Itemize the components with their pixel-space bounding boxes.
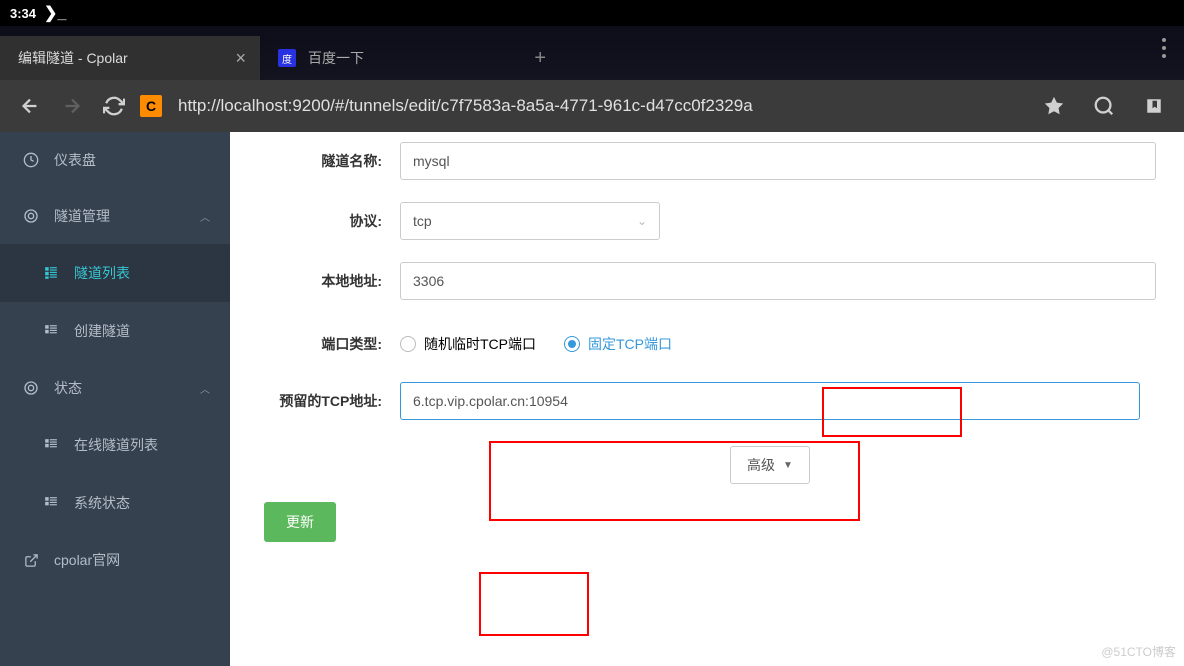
close-icon[interactable]: × bbox=[235, 48, 246, 69]
content-area: 仪表盘 隧道管理 ︿ 隧道列表 创建隧道 状态 ︿ 在线隧道列表 系统状态 bbox=[0, 132, 1184, 666]
sidebar: 仪表盘 隧道管理 ︿ 隧道列表 创建隧道 状态 ︿ 在线隧道列表 系统状态 bbox=[0, 132, 230, 666]
clock: 3:34 bbox=[10, 6, 36, 21]
android-status-bar: 3:34 ❯_ bbox=[0, 0, 1184, 26]
main-panel: 隧道名称: 协议: tcp ⌄ 本地地址: 端口类型: 随机临时TCP端口 bbox=[230, 132, 1184, 666]
target-icon bbox=[20, 208, 42, 224]
tab-title: 百度一下 bbox=[308, 48, 364, 68]
tab-cpolar[interactable]: 编辑隧道 - Cpolar × bbox=[0, 36, 260, 80]
browser-tabs-bar: 编辑隧道 - Cpolar × 度 百度一下 + bbox=[0, 26, 1184, 80]
local-addr-input[interactable] bbox=[400, 262, 1156, 300]
url-input[interactable]: http://localhost:9200/#/tunnels/edit/c7f… bbox=[178, 96, 1028, 116]
sidebar-item-dashboard[interactable]: 仪表盘 bbox=[0, 132, 230, 188]
site-badge: C bbox=[140, 95, 162, 117]
dashboard-icon bbox=[20, 152, 42, 168]
sidebar-label: 状态 bbox=[54, 378, 82, 398]
grid-icon bbox=[40, 324, 62, 338]
star-icon[interactable] bbox=[1038, 90, 1070, 122]
url-bar: C http://localhost:9200/#/tunnels/edit/c… bbox=[0, 80, 1184, 132]
baidu-favicon: 度 bbox=[278, 49, 296, 67]
browser-menu-icon[interactable] bbox=[1162, 38, 1166, 58]
sidebar-label: cpolar官网 bbox=[54, 550, 120, 570]
sidebar-label: 在线隧道列表 bbox=[74, 435, 158, 455]
back-icon[interactable] bbox=[14, 90, 46, 122]
chevron-up-icon: ︿ bbox=[200, 209, 210, 224]
reload-icon[interactable] bbox=[98, 90, 130, 122]
sidebar-item-status[interactable]: 状态 ︿ bbox=[0, 360, 230, 416]
sidebar-label: 创建隧道 bbox=[74, 321, 130, 341]
sidebar-label: 隧道列表 bbox=[74, 263, 130, 283]
highlight-box bbox=[479, 572, 589, 636]
target-icon bbox=[20, 380, 42, 396]
label-protocol: 协议: bbox=[240, 211, 400, 231]
terminal-prompt-icon: ❯_ bbox=[44, 3, 66, 23]
caret-down-icon: ▼ bbox=[783, 460, 793, 471]
search-icon[interactable] bbox=[1088, 90, 1120, 122]
label-port-type: 端口类型: bbox=[240, 334, 400, 354]
chevron-down-icon: ⌄ bbox=[637, 214, 647, 228]
bookmark-icon[interactable] bbox=[1138, 90, 1170, 122]
reserved-tcp-input[interactable] bbox=[400, 382, 1140, 420]
sidebar-label: 仪表盘 bbox=[54, 150, 96, 170]
label-reserved-tcp: 预留的TCP地址: bbox=[240, 391, 400, 411]
tab-baidu[interactable]: 度 百度一下 + bbox=[260, 36, 560, 80]
protocol-select[interactable]: tcp ⌄ bbox=[400, 202, 660, 240]
advanced-label: 高级 bbox=[747, 455, 775, 475]
sidebar-item-create-tunnel[interactable]: 创建隧道 bbox=[0, 302, 230, 360]
radio-fixed-port[interactable]: 固定TCP端口 bbox=[564, 334, 672, 354]
grid-icon bbox=[40, 438, 62, 452]
label-tunnel-name: 隧道名称: bbox=[240, 151, 400, 171]
sidebar-item-tunnel-mgmt[interactable]: 隧道管理 ︿ bbox=[0, 188, 230, 244]
update-button[interactable]: 更新 bbox=[264, 502, 336, 542]
tab-title: 编辑隧道 - Cpolar bbox=[18, 48, 128, 68]
sidebar-item-online-tunnels[interactable]: 在线隧道列表 bbox=[0, 416, 230, 474]
radio-icon bbox=[400, 336, 416, 352]
grid-icon bbox=[40, 496, 62, 510]
watermark: @51CTO博客 bbox=[1101, 643, 1176, 660]
radio-label: 随机临时TCP端口 bbox=[424, 334, 536, 354]
sidebar-item-official[interactable]: cpolar官网 bbox=[0, 532, 230, 588]
external-link-icon bbox=[20, 553, 42, 568]
label-local-addr: 本地地址: bbox=[240, 271, 400, 291]
forward-icon[interactable] bbox=[56, 90, 88, 122]
sidebar-label: 系统状态 bbox=[74, 493, 130, 513]
radio-random-port[interactable]: 随机临时TCP端口 bbox=[400, 334, 536, 354]
sidebar-item-system-status[interactable]: 系统状态 bbox=[0, 474, 230, 532]
tunnel-name-input[interactable] bbox=[400, 142, 1156, 180]
select-value: tcp bbox=[413, 213, 432, 229]
radio-label: 固定TCP端口 bbox=[588, 334, 672, 354]
grid-icon bbox=[40, 266, 62, 280]
advanced-button[interactable]: 高级 ▼ bbox=[730, 446, 810, 484]
new-tab-icon[interactable]: + bbox=[534, 47, 546, 70]
sidebar-label: 隧道管理 bbox=[54, 206, 110, 226]
radio-icon bbox=[564, 336, 580, 352]
chevron-up-icon: ︿ bbox=[200, 381, 210, 396]
sidebar-item-tunnel-list[interactable]: 隧道列表 bbox=[0, 244, 230, 302]
